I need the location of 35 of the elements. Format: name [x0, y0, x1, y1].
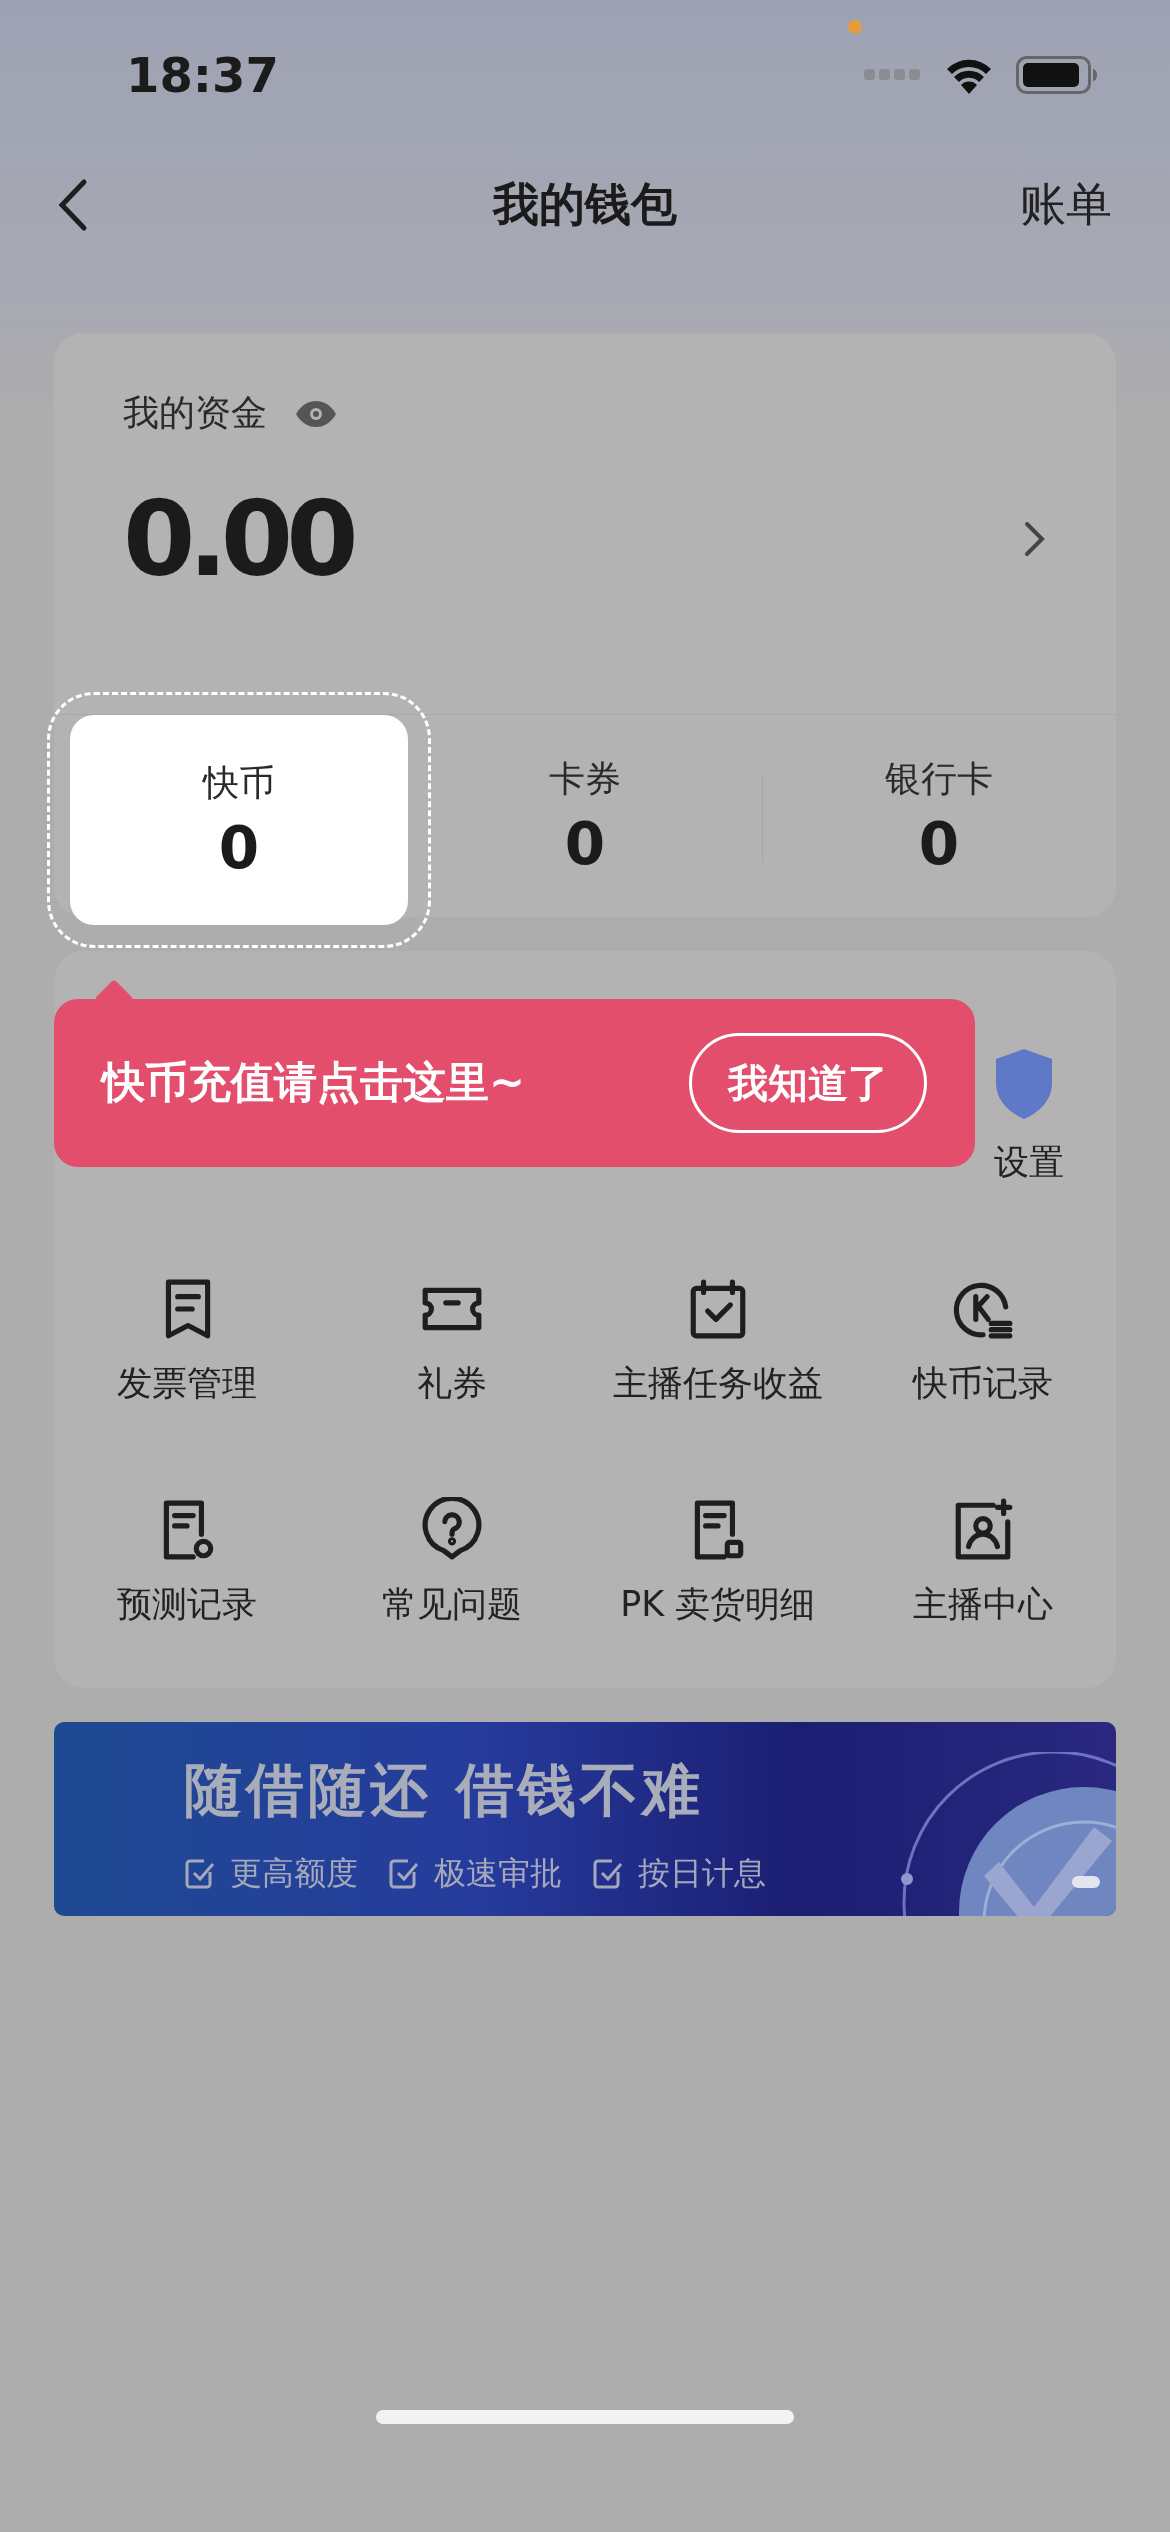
- recording-dot-icon: [848, 20, 862, 34]
- asset-value: 0: [218, 813, 260, 882]
- checkbox-icon: [388, 1858, 420, 1890]
- asset-label: 卡券: [549, 756, 621, 801]
- asset-value: 0: [918, 809, 960, 878]
- funds-label: 我的资金: [123, 391, 267, 435]
- balance-amount: 0.00: [123, 478, 352, 600]
- checkbox-icon: [592, 1858, 624, 1890]
- page-title: 我的钱包: [493, 176, 677, 233]
- loan-banner[interactable]: 随借随还 借钱不难 更高额度 极速审批 按日计息: [54, 1722, 1116, 1916]
- banner-feature: 极速审批: [434, 1853, 562, 1894]
- bill-link[interactable]: 账单: [1020, 174, 1112, 236]
- menu-item[interactable]: PK 卖货明细: [585, 1497, 851, 1628]
- tooltip-text: 快币充值请点击这里~: [102, 1056, 526, 1109]
- menu-item[interactable]: 设置: [994, 1139, 1064, 1186]
- banner-headline: 随借随还 借钱不难: [184, 1755, 706, 1826]
- menu-item[interactable]: 发票管理: [54, 1276, 320, 1407]
- asset-value: 0: [564, 809, 606, 878]
- menu-item[interactable]: 快币记录: [850, 1276, 1116, 1407]
- banner-feature: 更高额度: [230, 1853, 358, 1894]
- asset-label: 快币: [203, 760, 275, 805]
- eye-icon[interactable]: [295, 399, 337, 428]
- signal-icon: [864, 68, 922, 82]
- checkbox-icon: [184, 1858, 216, 1890]
- chevron-right-icon[interactable]: [1024, 521, 1046, 557]
- battery-icon: [1016, 56, 1098, 94]
- menu-item[interactable]: 预测记录: [54, 1497, 320, 1628]
- asset-label: 银行卡: [885, 756, 993, 801]
- menu-item[interactable]: 主播中心: [850, 1497, 1116, 1628]
- banner-feature: 按日计息: [638, 1853, 766, 1894]
- menu-item[interactable]: 主播任务收益: [585, 1276, 851, 1407]
- dismiss-button[interactable]: 我知道了: [689, 1033, 927, 1133]
- menu-item[interactable]: 常见问题: [319, 1497, 585, 1628]
- menu-item[interactable]: 礼券: [319, 1276, 585, 1407]
- status-time: 18:37: [126, 47, 279, 103]
